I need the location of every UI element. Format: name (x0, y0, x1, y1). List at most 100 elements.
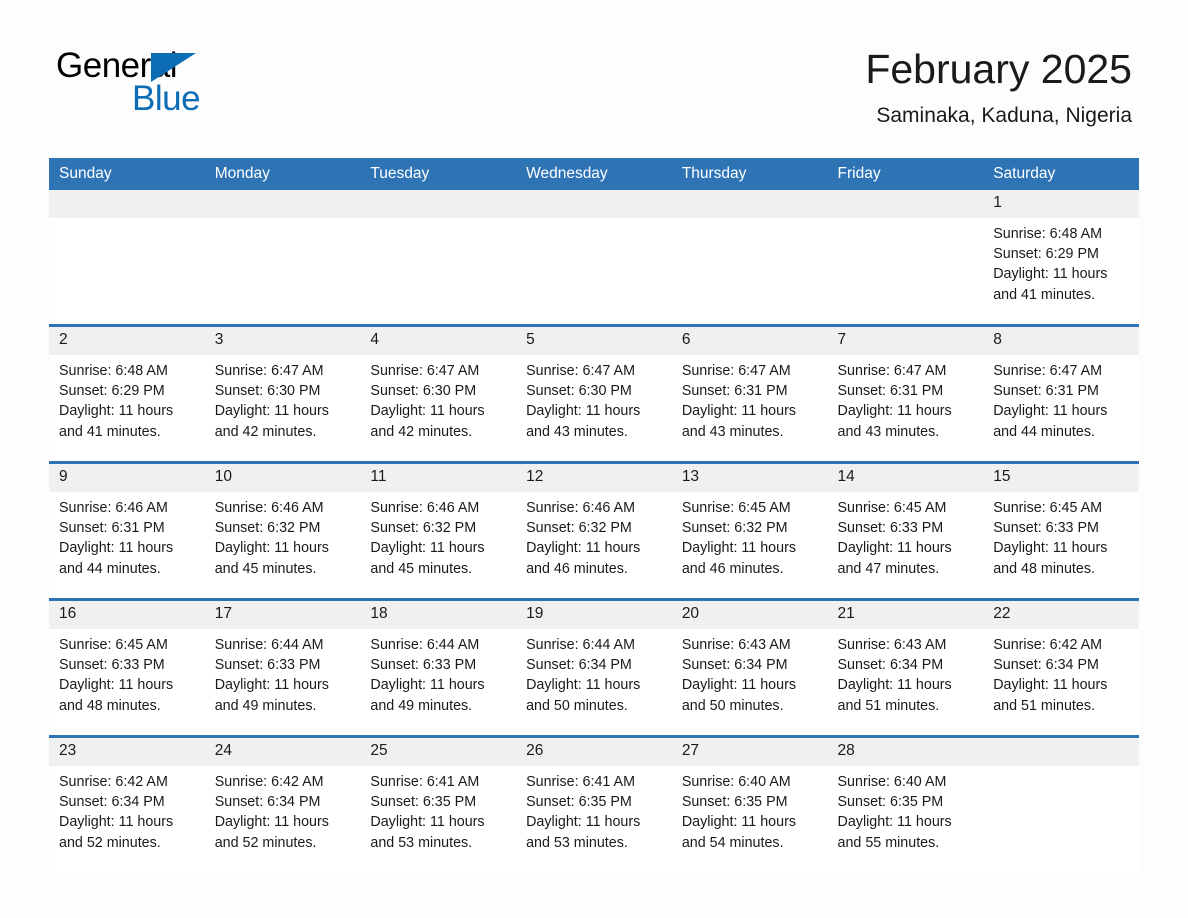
day-number: 17 (204, 601, 361, 629)
calendar-day-cell[interactable]: 23 Sunrise: 6:42 AM Sunset: 6:34 PM Dayligh… (49, 735, 205, 872)
daylight-text-line2: and 42 minutes. (214, 423, 317, 440)
daylight-text-line1: Daylight: 11 hours (837, 403, 952, 420)
sunset-text: Sunset: 6:32 PM (526, 520, 632, 537)
day-number: 28 (827, 738, 984, 766)
weekday-header-tuesday: Tuesday (360, 158, 517, 190)
daylight-text-line2: and 41 minutes. (59, 423, 161, 440)
calendar-day-cell[interactable]: 24 Sunrise: 6:42 AM Sunset: 6:34 PM Dayligh… (204, 735, 361, 872)
calendar-day-cell[interactable]: 13 Sunrise: 6:45 AM Sunset: 6:32 PM Dayligh… (671, 461, 828, 600)
calendar-day-cell[interactable]: 15 Sunrise: 6:45 AM Sunset: 6:33 PM Dayligh… (983, 461, 1139, 600)
calendar-day-cell[interactable]: 21 Sunrise: 6:43 AM Sunset: 6:34 PM Dayligh… (827, 598, 984, 737)
calendar-day-cell[interactable]: 11 Sunrise: 6:46 AM Sunset: 6:32 PM Dayligh… (360, 461, 517, 600)
page-header: General Blue February 2025 Saminaka, Kad… (0, 0, 1188, 127)
sunset-text: Sunset: 6:34 PM (993, 657, 1099, 674)
day-number: 11 (360, 464, 517, 492)
sunrise-text: Sunrise: 6:47 AM (993, 363, 1103, 379)
day-number (827, 190, 984, 218)
day-number: 10 (204, 464, 361, 492)
calendar-day-cell[interactable]: 10 Sunrise: 6:46 AM Sunset: 6:32 PM Dayligh… (204, 461, 361, 600)
logo-triangle-icon (151, 53, 196, 82)
weekday-header-wednesday: Wednesday (516, 158, 672, 190)
title-block: February 2025 Saminaka, Kaduna, Nigeria (865, 46, 1132, 128)
day-sun-info: Sunrise: 6:40 AM Sunset: 6:35 PM Daylight:… (828, 766, 984, 853)
sunset-text: Sunset: 6:33 PM (993, 520, 1099, 537)
day-sun-info: Sunrise: 6:46 AM Sunset: 6:32 PM Daylight:… (360, 492, 516, 579)
day-content: 13 Sunrise: 6:45 AM Sunset: 6:32 PM Dayligh… (671, 464, 828, 598)
daylight-text-line2: and 55 minutes. (837, 834, 940, 851)
calendar-week-row: 9 Sunrise: 6:46 AM Sunset: 6:31 PM Daylight… (49, 461, 1139, 600)
day-number: 19 (516, 601, 672, 629)
calendar-day-cell[interactable]: 12 Sunrise: 6:46 AM Sunset: 6:32 PM Dayligh… (516, 461, 672, 600)
calendar-day-cell-empty (983, 735, 1139, 872)
calendar-day-cell[interactable]: 4 Sunrise: 6:47 AM Sunset: 6:30 PM Daylight… (360, 324, 517, 463)
sunset-text: Sunset: 6:31 PM (837, 383, 944, 400)
day-sun-info: Sunrise: 6:44 AM Sunset: 6:33 PM Daylight:… (360, 629, 516, 716)
calendar-day-cell[interactable]: 9 Sunrise: 6:46 AM Sunset: 6:31 PM Daylight… (49, 461, 205, 600)
sunrise-text: Sunrise: 6:44 AM (370, 637, 480, 653)
calendar-day-cell-empty (516, 190, 672, 326)
day-sun-info: Sunrise: 6:42 AM Sunset: 6:34 PM Daylight:… (49, 766, 205, 853)
calendar-day-cell[interactable]: 26 Sunrise: 6:41 AM Sunset: 6:35 PM Dayligh… (516, 735, 672, 872)
calendar-day-cell[interactable]: 5 Sunrise: 6:47 AM Sunset: 6:30 PM Daylight… (516, 324, 672, 463)
day-sun-info: Sunrise: 6:47 AM Sunset: 6:30 PM Daylight:… (205, 355, 361, 442)
day-number: 7 (827, 327, 984, 355)
sunset-text: Sunset: 6:34 PM (59, 794, 165, 811)
day-number: 25 (360, 738, 517, 766)
daylight-text-line2: and 52 minutes. (59, 834, 161, 851)
day-number (671, 190, 828, 218)
daylight-text-line2: and 41 minutes. (993, 286, 1095, 303)
calendar-body: 1 Sunrise: 6:48 AM Sunset: 6:29 PM Daylight… (49, 190, 1139, 872)
daylight-text-line2: and 50 minutes. (681, 697, 784, 714)
calendar-day-cell[interactable]: 19 Sunrise: 6:44 AM Sunset: 6:34 PM Dayligh… (516, 598, 672, 737)
day-sun-info: Sunrise: 6:43 AM Sunset: 6:34 PM Daylight:… (672, 629, 828, 716)
calendar-day-cell[interactable]: 28 Sunrise: 6:40 AM Sunset: 6:35 PM Dayligh… (827, 735, 984, 872)
day-sun-info: Sunrise: 6:41 AM Sunset: 6:35 PM Daylight:… (516, 766, 672, 853)
weekday-header-saturday: Saturday (983, 158, 1139, 190)
day-number: 12 (516, 464, 672, 492)
daylight-text-line1: Daylight: 11 hours (681, 814, 796, 831)
daylight-text-line1: Daylight: 11 hours (370, 814, 485, 831)
day-sun-info: Sunrise: 6:47 AM Sunset: 6:30 PM Daylight:… (516, 355, 672, 442)
day-sun-info: Sunrise: 6:45 AM Sunset: 6:33 PM Daylight:… (49, 629, 205, 716)
sunset-text: Sunset: 6:29 PM (59, 383, 165, 400)
calendar-day-cell[interactable]: 16 Sunrise: 6:45 AM Sunset: 6:33 PM Dayligh… (49, 598, 205, 737)
calendar-week-row: 16 Sunrise: 6:45 AM Sunset: 6:33 PM Dayligh… (49, 598, 1139, 737)
sunrise-text: Sunrise: 6:47 AM (681, 363, 791, 379)
calendar-day-cell[interactable]: 7 Sunrise: 6:47 AM Sunset: 6:31 PM Daylight… (827, 324, 984, 463)
calendar-day-cell[interactable]: 14 Sunrise: 6:45 AM Sunset: 6:33 PM Dayligh… (827, 461, 984, 600)
day-number: 27 (671, 738, 828, 766)
day-sun-info: Sunrise: 6:47 AM Sunset: 6:31 PM Daylight:… (672, 355, 828, 442)
general-blue-logo[interactable]: General Blue (56, 48, 356, 118)
calendar-day-cell[interactable]: 25 Sunrise: 6:41 AM Sunset: 6:35 PM Dayligh… (360, 735, 517, 872)
daylight-text-line2: and 52 minutes. (214, 834, 317, 851)
day-sun-info: Sunrise: 6:44 AM Sunset: 6:34 PM Daylight:… (516, 629, 672, 716)
day-sun-info: Sunrise: 6:46 AM Sunset: 6:32 PM Daylight:… (205, 492, 361, 579)
calendar-day-cell[interactable]: 8 Sunrise: 6:47 AM Sunset: 6:31 PM Daylight… (983, 324, 1139, 463)
calendar-day-cell[interactable]: 6 Sunrise: 6:47 AM Sunset: 6:31 PM Daylight… (671, 324, 828, 463)
calendar-day-cell[interactable]: 1 Sunrise: 6:48 AM Sunset: 6:29 PM Daylight… (983, 190, 1139, 326)
daylight-text-line2: and 43 minutes. (681, 423, 784, 440)
day-content: 9 Sunrise: 6:46 AM Sunset: 6:31 PM Daylight… (49, 464, 205, 598)
sunrise-text: Sunrise: 6:41 AM (526, 774, 635, 790)
weekday-header-friday: Friday (827, 158, 984, 190)
sunrise-text: Sunrise: 6:45 AM (681, 500, 791, 516)
sunrise-text: Sunrise: 6:43 AM (837, 637, 947, 653)
calendar-day-cell-empty (671, 190, 828, 326)
calendar-day-cell[interactable]: 2 Sunrise: 6:48 AM Sunset: 6:29 PM Daylight… (49, 324, 205, 463)
day-content: 4 Sunrise: 6:47 AM Sunset: 6:30 PM Daylight… (360, 327, 517, 461)
calendar-day-cell[interactable]: 27 Sunrise: 6:40 AM Sunset: 6:35 PM Dayligh… (671, 735, 828, 872)
day-number: 14 (827, 464, 984, 492)
page-title: February 2025 (865, 46, 1132, 92)
day-content: 23 Sunrise: 6:42 AM Sunset: 6:34 PM Dayligh… (49, 738, 205, 872)
calendar-day-cell[interactable]: 3 Sunrise: 6:47 AM Sunset: 6:30 PM Daylight… (204, 324, 361, 463)
calendar-day-cell[interactable]: 17 Sunrise: 6:44 AM Sunset: 6:33 PM Dayligh… (204, 598, 361, 737)
day-number: 6 (671, 327, 828, 355)
calendar-day-cell[interactable]: 20 Sunrise: 6:43 AM Sunset: 6:34 PM Dayligh… (671, 598, 828, 737)
day-sun-info: Sunrise: 6:46 AM Sunset: 6:31 PM Daylight:… (49, 492, 205, 579)
sunrise-text: Sunrise: 6:42 AM (59, 774, 168, 790)
calendar-day-cell[interactable]: 22 Sunrise: 6:42 AM Sunset: 6:34 PM Dayligh… (983, 598, 1139, 737)
day-content: 6 Sunrise: 6:47 AM Sunset: 6:31 PM Daylight… (671, 327, 828, 461)
calendar-table: Sunday Monday Tuesday Wednesday Thursday… (49, 158, 1139, 872)
day-sun-info: Sunrise: 6:44 AM Sunset: 6:33 PM Daylight:… (205, 629, 361, 716)
calendar-day-cell[interactable]: 18 Sunrise: 6:44 AM Sunset: 6:33 PM Dayligh… (360, 598, 517, 737)
